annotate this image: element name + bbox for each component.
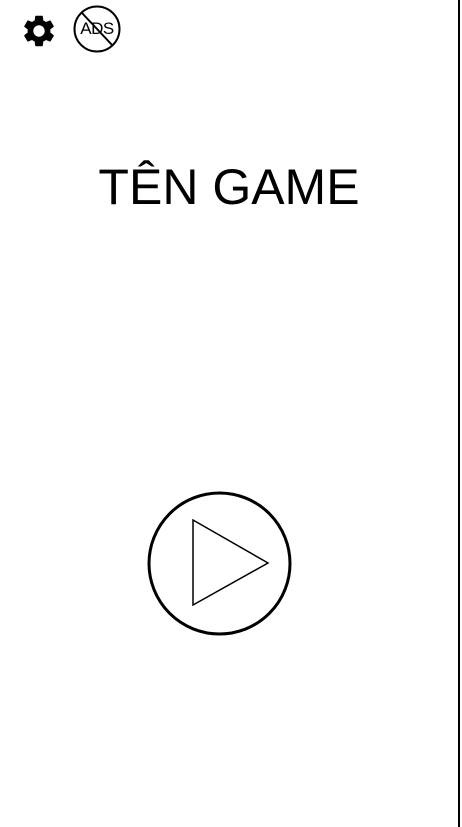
gear-icon <box>24 15 54 47</box>
no-ads-button[interactable]: ADS <box>73 5 121 53</box>
play-button[interactable] <box>147 491 292 636</box>
game-screen: ADS TÊN GAME <box>0 0 460 827</box>
settings-button[interactable] <box>20 12 58 50</box>
no-ads-label: ADS <box>80 19 114 38</box>
game-title: TÊN GAME <box>98 159 360 215</box>
play-icon <box>147 491 292 636</box>
